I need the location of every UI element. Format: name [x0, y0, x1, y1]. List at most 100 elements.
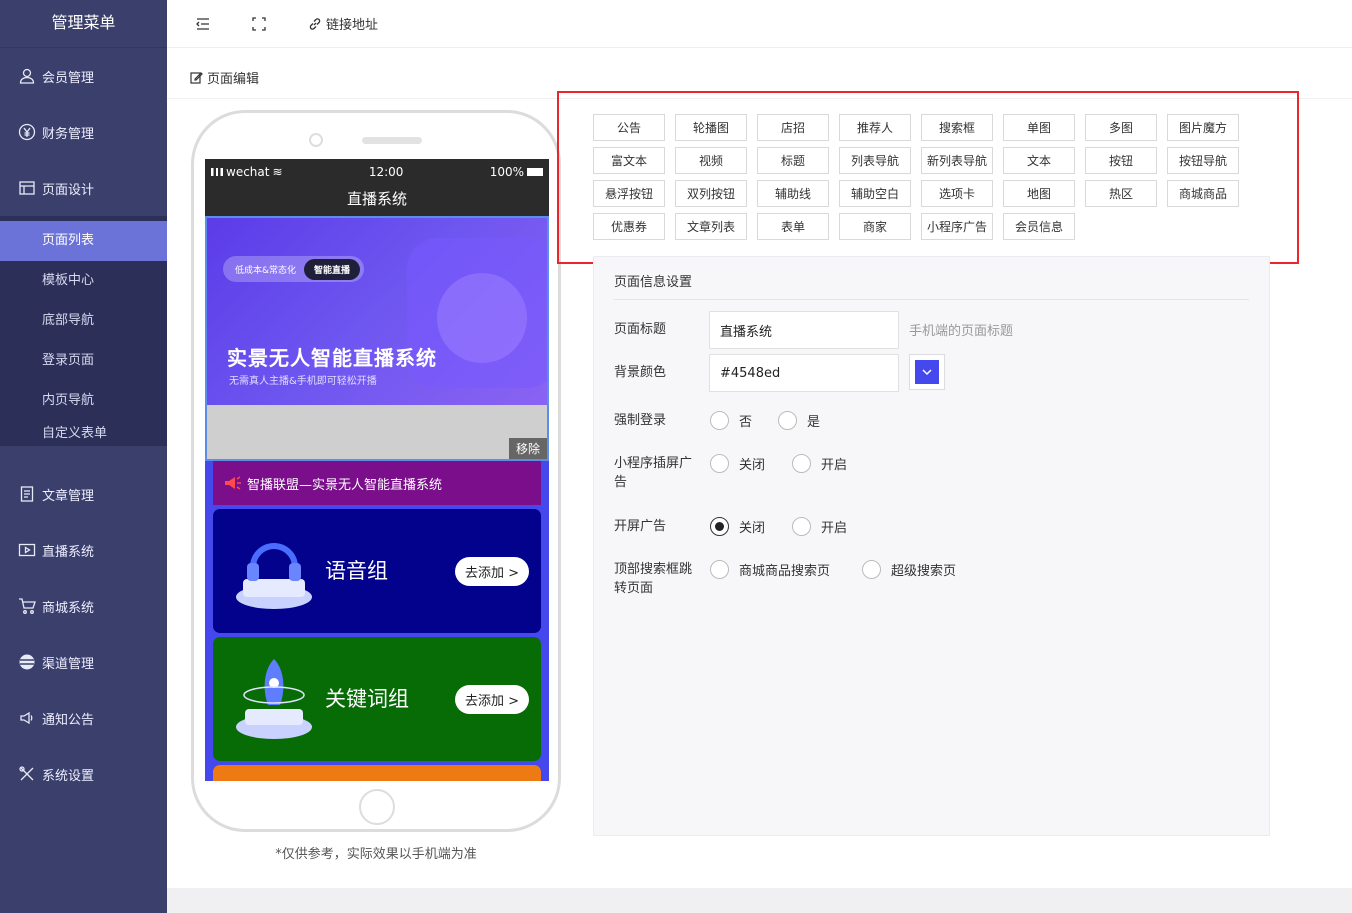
mini-ad-label: 小程序插屏广告 [614, 456, 693, 490]
wifi-icon: ≋ [272, 165, 283, 179]
component-chip[interactable]: 标题 [757, 147, 829, 174]
component-chip[interactable]: 双列按钮 [675, 180, 747, 207]
component-chip[interactable]: 辅助线 [757, 180, 829, 207]
page-title-input[interactable] [709, 311, 899, 349]
collapse-menu-button[interactable] [195, 16, 211, 32]
banner-image: 低成本&常态化 智能直播 实景无人智能直播系统 无需真人主播&手机即可轻松开播 [207, 218, 547, 405]
voice-group-card[interactable]: 语音组 去添加 > [213, 509, 541, 633]
page-title-hint: 手机端的页面标题 [909, 324, 1014, 339]
search-jump-mall-radio[interactable]: 商城商品搜索页 [710, 560, 830, 579]
chevron-down-icon [915, 360, 939, 384]
keyword-group-add-button[interactable]: 去添加 > [454, 685, 529, 714]
component-chip[interactable]: 小程序广告 [921, 213, 993, 240]
video-icon [18, 541, 36, 559]
sidebar-item-live[interactable]: 直播系统 [0, 522, 167, 578]
component-chip[interactable]: 辅助空白 [839, 180, 911, 207]
component-chip[interactable]: 选项卡 [921, 180, 993, 207]
component-chip[interactable]: 商城商品 [1167, 180, 1239, 207]
bg-color-label: 背景颜色 [614, 365, 667, 380]
banner-tag: 低成本&常态化 智能直播 [223, 256, 365, 282]
sidebar-sub-page-list[interactable]: 页面列表 [0, 221, 167, 261]
search-jump-super-radio[interactable]: 超级搜索页 [862, 560, 956, 579]
remove-button[interactable]: 移除 [508, 438, 547, 459]
sidebar-sub-login-page[interactable]: 登录页面 [0, 341, 167, 381]
component-chip[interactable]: 单图 [1003, 114, 1075, 141]
sidebar-sub-custom-form[interactable]: 自定义表单 [0, 421, 167, 446]
signal-icon [211, 168, 223, 176]
component-chip[interactable]: 新列表导航 [921, 147, 993, 174]
component-chip[interactable]: 地图 [1003, 180, 1075, 207]
color-picker-button[interactable] [909, 354, 945, 390]
document-icon [18, 485, 36, 503]
breadcrumb-label: 页面编辑 [207, 72, 260, 87]
status-time: 12:00 [368, 165, 404, 179]
banner-subtitle: 无需真人主播&手机即可轻松开播 [229, 376, 377, 387]
component-chip[interactable]: 悬浮按钮 [593, 180, 665, 207]
component-chip[interactable]: 多图 [1085, 114, 1157, 141]
component-chip[interactable]: 视频 [675, 147, 747, 174]
keyword-group-title: 关键词组 [325, 687, 409, 711]
radio-label: 开启 [821, 521, 848, 536]
phone-screen: wechat ≋ 12:00 100% 直播系统 低成本&常态化 智能直播 实景… [205, 159, 549, 781]
component-chip[interactable]: 商家 [839, 213, 911, 240]
fullscreen-button[interactable] [251, 16, 267, 32]
sidebar-item-finance[interactable]: 财务管理 [0, 104, 167, 160]
mini-ad-on-radio[interactable]: 开启 [792, 454, 847, 473]
radio-label: 关闭 [739, 521, 766, 536]
sidebar-item-settings[interactable]: 系统设置 [0, 746, 167, 802]
banner-title: 实景无人智能直播系统 [227, 346, 437, 370]
preview-note: *仅供参考，实际效果以手机端为准 [275, 847, 477, 862]
voice-group-title: 语音组 [325, 559, 388, 583]
component-chip[interactable]: 轮播图 [675, 114, 747, 141]
sidebar-item-notices[interactable]: 通知公告 [0, 690, 167, 746]
component-chip[interactable]: 图片魔方 [1167, 114, 1239, 141]
banner-block[interactable]: 低成本&常态化 智能直播 实景无人智能直播系统 无需真人主播&手机即可轻松开播 … [205, 216, 549, 461]
sidebar-item-articles[interactable]: 文章管理 [0, 466, 167, 522]
banner-tag-badge: 智能直播 [304, 258, 361, 280]
sidebar-sub-inner-nav[interactable]: 内页导航 [0, 381, 167, 421]
sidebar-item-label: 商城系统 [42, 600, 95, 616]
notice-bar[interactable]: 智播联盟—实景无人智能直播系统 [213, 461, 541, 505]
component-chip[interactable]: 热区 [1085, 180, 1157, 207]
phone-camera [309, 133, 323, 147]
component-chip[interactable]: 列表导航 [839, 147, 911, 174]
force-login-no-radio[interactable]: 否 [710, 411, 752, 430]
sidebar-sub-template-center[interactable]: 模板中心 [0, 261, 167, 301]
bg-color-input[interactable] [709, 354, 899, 392]
phone-nav-title: 直播系统 [205, 185, 549, 216]
radio-label: 商城商品搜索页 [739, 564, 831, 579]
component-chip[interactable]: 会员信息 [1003, 213, 1075, 240]
component-chip[interactable]: 表单 [757, 213, 829, 240]
sidebar-sub-bottom-nav[interactable]: 底部导航 [0, 301, 167, 341]
phone-home-button [359, 789, 395, 825]
component-chip[interactable]: 优惠券 [593, 213, 665, 240]
sidebar-item-channels[interactable]: 渠道管理 [0, 634, 167, 690]
component-chip[interactable]: 搜索框 [921, 114, 993, 141]
component-chip[interactable]: 公告 [593, 114, 665, 141]
voice-group-add-button[interactable]: 去添加 > [454, 557, 529, 586]
component-chip[interactable]: 文本 [1003, 147, 1075, 174]
phone-preview: wechat ≋ 12:00 100% 直播系统 低成本&常态化 智能直播 实景… [191, 110, 561, 832]
component-chip[interactable]: 推荐人 [839, 114, 911, 141]
component-chip[interactable]: 店招 [757, 114, 829, 141]
component-chip[interactable]: 文章列表 [675, 213, 747, 240]
mini-ad-off-radio[interactable]: 关闭 [710, 454, 765, 473]
splash-ad-on-radio[interactable]: 开启 [792, 517, 847, 536]
radio-label: 超级搜索页 [891, 564, 957, 579]
sidebar-item-page-design[interactable]: 页面设计 [0, 160, 167, 221]
link-icon [309, 17, 321, 30]
sidebar-title: 管理菜单 [0, 0, 167, 48]
orange-card[interactable] [213, 765, 541, 781]
radio-label: 否 [739, 415, 753, 430]
edit-icon [190, 72, 203, 84]
keyword-group-card[interactable]: 关键词组 去添加 > [213, 637, 541, 761]
link-address-button[interactable]: 链接地址 [307, 14, 378, 33]
layers-icon [18, 653, 36, 671]
component-chip[interactable]: 富文本 [593, 147, 665, 174]
sidebar-item-mall[interactable]: 商城系统 [0, 578, 167, 634]
component-chip[interactable]: 按钮导航 [1167, 147, 1239, 174]
sidebar-item-members[interactable]: 会员管理 [0, 48, 167, 104]
component-chip[interactable]: 按钮 [1085, 147, 1157, 174]
force-login-yes-radio[interactable]: 是 [778, 411, 820, 430]
splash-ad-off-radio[interactable]: 关闭 [710, 517, 765, 536]
